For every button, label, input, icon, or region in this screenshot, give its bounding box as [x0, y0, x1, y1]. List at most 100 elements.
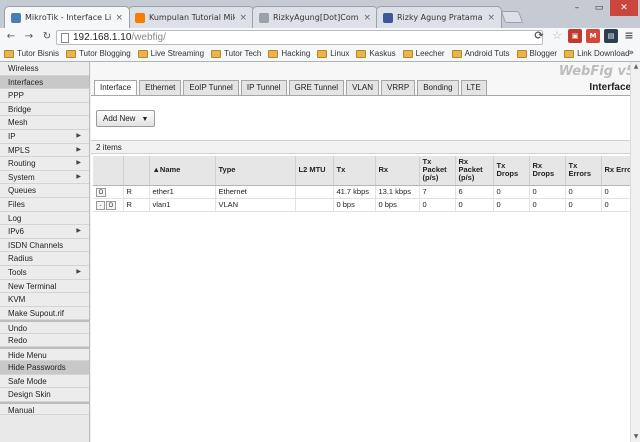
reload-icon[interactable]: ⟳ — [532, 29, 546, 43]
column-header[interactable]: Type — [215, 156, 296, 186]
table-row[interactable]: D Rether1 Ethernet 41.7 kbps 13.1 kbps 7 6 0 0 0 0 — [93, 185, 640, 199]
sidebar-item-label: IPv6 — [8, 227, 25, 237]
bookmark-folder[interactable]: Live Streaming — [137, 49, 204, 58]
column-header[interactable]: Rx — [375, 156, 420, 186]
column-header[interactable]: Rx Drops — [529, 156, 566, 186]
sidebar-item-label: Queues — [8, 186, 37, 196]
gmail-icon[interactable]: M — [586, 29, 600, 43]
folder-icon — [4, 49, 14, 58]
sidebar-item-label: PPP — [8, 91, 25, 101]
bookmark-folder[interactable]: Tutor Tech — [211, 49, 261, 58]
remove-button[interactable]: - — [96, 200, 105, 210]
disable-button[interactable]: D — [106, 200, 117, 210]
new-tab-button[interactable] — [500, 11, 524, 23]
sidebar-item-files[interactable]: Files — [0, 197, 89, 212]
tab-interface[interactable]: Interface — [94, 80, 138, 95]
sidebar-item-make-supout-rif[interactable]: Make Supout.rif — [0, 306, 89, 321]
sidebar-item-new-terminal[interactable]: New Terminal — [0, 279, 89, 294]
tab-ethernet[interactable]: Ethernet — [139, 80, 182, 95]
sidebar-item-ipv6[interactable]: IPv6 ▶ — [0, 225, 89, 239]
webfig-app: Wireless Interfaces PPP Bridge Mesh IP ▶ MPLS ▶ R… — [0, 62, 640, 442]
tab-bonding[interactable]: Bonding — [417, 80, 459, 95]
bookmark-folder[interactable]: Tutor Bisnis — [4, 49, 59, 58]
sidebar-item-isdn-channels[interactable]: ISDN Channels — [0, 238, 89, 253]
sidebar-item-kvm[interactable]: KVM — [0, 293, 89, 307]
column-header[interactable]: Tx Drops — [493, 156, 530, 186]
close-tab-icon[interactable]: × — [487, 13, 495, 23]
forward-icon[interactable]: → — [22, 30, 36, 44]
table-header-row: ▲Name Type L2 MTU Tx Rx Tx Packet (p/s) Rx Pac… — [93, 156, 640, 186]
sidebar-item-redo[interactable]: Redo — [0, 333, 89, 348]
sidebar-item-system[interactable]: System ▶ — [0, 170, 89, 185]
bookmark-folder[interactable]: Tutor Blogging — [65, 49, 131, 58]
sidebar-item-mpls[interactable]: MPLS ▶ — [0, 143, 89, 158]
browser-tab[interactable]: RizkyAgung[Dot]Com × — [252, 6, 378, 28]
column-header[interactable]: L2 MTU — [295, 156, 334, 186]
reload-page-icon[interactable]: ↻ — [40, 30, 54, 44]
tab-lte[interactable]: LTE — [460, 80, 487, 95]
maximize-button[interactable]: ▭ — [588, 0, 610, 16]
disable-button[interactable]: D — [96, 187, 107, 197]
tab-vrrp[interactable]: VRRP — [380, 80, 416, 95]
browser-chrome: MikroTik - Interface List at×Kumpulan Tu… — [0, 0, 640, 62]
column-header[interactable]: Tx — [333, 156, 376, 186]
tab-gre-tunnel[interactable]: GRE Tunnel — [288, 80, 345, 95]
close-tab-icon[interactable]: × — [363, 13, 371, 23]
browser-tab[interactable]: Kumpulan Tutorial Mikrot × — [128, 6, 254, 28]
extension-icon-1[interactable]: ▣ — [568, 29, 582, 43]
column-header[interactable]: Tx Errors — [565, 156, 602, 186]
extension-icon-2[interactable]: ▤ — [604, 29, 618, 43]
tab-vlan[interactable]: VLAN — [346, 80, 379, 95]
tab-eoip-tunnel[interactable]: EoIP Tunnel — [183, 80, 239, 95]
pocket-icon[interactable]: ☆ — [550, 29, 564, 43]
minimize-button[interactable]: – — [566, 0, 588, 16]
sidebar-item-safe-mode[interactable]: Safe Mode — [0, 374, 89, 389]
browser-tab-title: Kumpulan Tutorial Mikrot — [149, 13, 235, 22]
address-bar[interactable]: 192.168.1.10/webfig/ — [56, 30, 543, 45]
bookmark-folder[interactable]: Linux — [317, 49, 349, 58]
bookmark-folder[interactable]: Hacking — [268, 49, 310, 58]
scrollbar[interactable]: ▲ ▼ — [630, 62, 640, 442]
bookmark-folder[interactable]: Blogger — [516, 49, 557, 58]
sidebar-item-wireless[interactable]: Wireless — [0, 62, 89, 76]
sidebar-item-routing[interactable]: Routing ▶ — [0, 157, 89, 171]
close-tab-icon[interactable]: × — [239, 13, 247, 23]
back-icon[interactable]: ← — [4, 30, 18, 44]
sidebar-item-undo[interactable]: Undo — [0, 320, 89, 334]
sidebar-item-interfaces[interactable]: Interfaces — [0, 75, 89, 90]
browser-tab[interactable]: Rizky Agung Pratama × — [376, 6, 502, 28]
tab-ip-tunnel[interactable]: IP Tunnel — [240, 80, 287, 95]
sidebar-item-tools[interactable]: Tools ▶ — [0, 265, 89, 280]
column-header[interactable]: ▲Name — [149, 156, 216, 186]
sidebar-item-ip[interactable]: IP ▶ — [0, 129, 89, 144]
browser-tab[interactable]: MikroTik - Interface List at× — [4, 6, 130, 28]
sidebar-item-queues[interactable]: Queues — [0, 184, 89, 198]
sidebar-item-bridge[interactable]: Bridge — [0, 102, 89, 117]
column-header[interactable]: Tx Packet (p/s) — [419, 156, 456, 186]
bookmark-label: Tutor Blogging — [78, 49, 131, 58]
bookmark-folder[interactable]: Android Tuts — [451, 49, 510, 58]
scroll-down-icon[interactable]: ▼ — [631, 432, 640, 442]
close-window-button[interactable]: ✕ — [610, 0, 638, 16]
sidebar-item-radius[interactable]: Radius — [0, 252, 89, 266]
sidebar-item-ppp[interactable]: PPP — [0, 89, 89, 103]
close-tab-icon[interactable]: × — [115, 13, 123, 23]
sidebar-item-hide-menu[interactable]: Hide Menu — [0, 347, 89, 362]
sidebar-item-manual[interactable]: Manual — [0, 401, 89, 416]
table-row[interactable]: - D Rvlan1 VLAN 0 bps 0 bps 0 0 0 0 0 0 — [93, 198, 640, 212]
bookmark-folder[interactable]: Kaskus — [356, 49, 396, 58]
sidebar-item-mesh[interactable]: Mesh — [0, 116, 89, 130]
add-new-button[interactable]: Add New ▼ — [96, 110, 156, 127]
bookmarks-overflow-icon[interactable]: » — [628, 48, 634, 58]
bookmark-folder[interactable]: Leecher — [402, 49, 445, 58]
page-icon — [61, 33, 69, 43]
scroll-up-icon[interactable]: ▲ — [631, 62, 640, 72]
sidebar-item-log[interactable]: Log — [0, 211, 89, 226]
bookmark-folder[interactable]: Link Download — [564, 49, 630, 58]
sidebar-item-design-skin[interactable]: Design Skin — [0, 388, 89, 402]
url-host: 192.168.1.10 — [73, 32, 132, 43]
bookmark-label: Leecher — [415, 49, 445, 58]
menu-icon[interactable]: ≡ — [622, 29, 636, 43]
sidebar-item-hide-passwords[interactable]: Hide Passwords — [0, 361, 89, 375]
column-header[interactable]: Rx Packet (p/s) — [455, 156, 494, 186]
